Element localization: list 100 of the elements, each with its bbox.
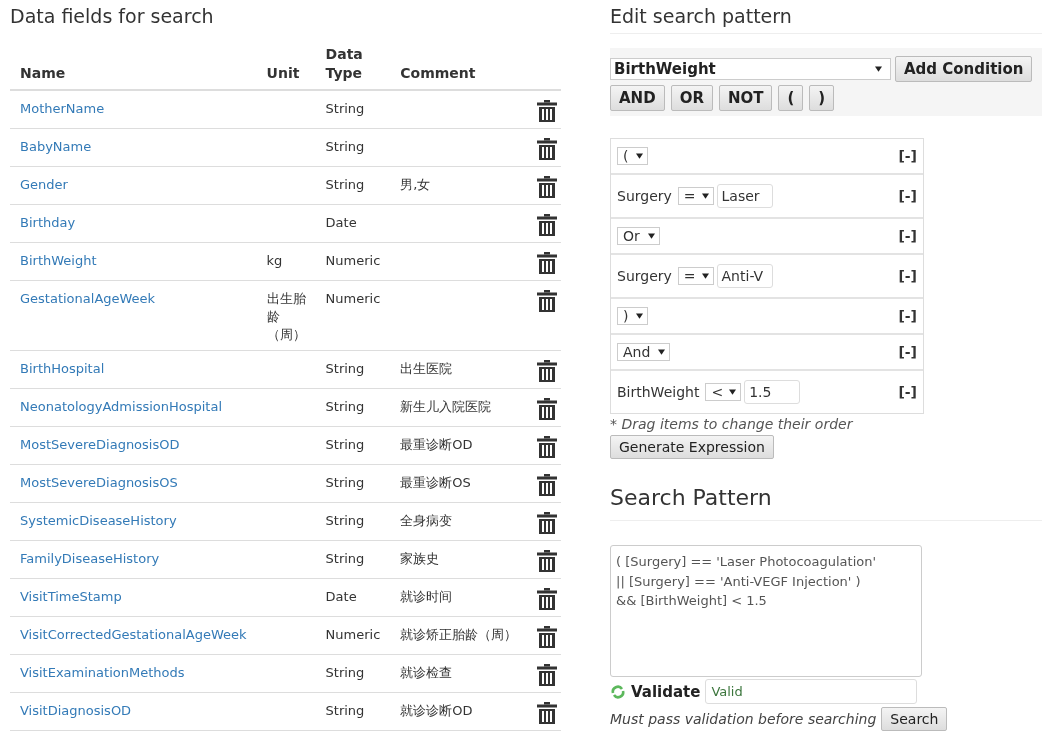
table-cell: 就诊矫正胎龄（周） [400,627,518,643]
operator-button[interactable]: OR [670,85,713,111]
trash-icon[interactable] [537,360,558,383]
table-cell: String [325,665,365,681]
trash-icon[interactable] [537,550,558,573]
field-link[interactable]: Birthday [20,214,76,230]
field-link[interactable]: BabyName [20,138,92,154]
expression-field[interactable]: ( [Surgery] == 'Laser Photocoagulation' || [Surgery] == 'Anti-VEGF Injection' ) && [BirthWeight] < 1.5 [610,545,922,677]
trash-icon[interactable] [537,436,558,459]
trash-icon[interactable] [537,289,558,312]
trash-icon[interactable] [537,175,558,198]
column-header: Unit [256,39,316,90]
table-cell: String [325,399,365,415]
column-header: Data Type [315,39,391,90]
field-link[interactable]: MostSevereDiagnosisOD [20,437,180,453]
remove-link[interactable]: [-] [898,148,917,164]
trash-icon[interactable] [537,398,558,421]
trash-icon[interactable] [537,251,558,274]
search-button[interactable]: Search [881,707,948,731]
field-link[interactable]: VisitTimeStamp [20,589,122,605]
table-cell: 就诊检查 [400,665,453,681]
trash-icon[interactable] [537,474,558,497]
trash-icon[interactable] [537,512,558,535]
table-cell: String [325,176,365,192]
table-cell: 最重诊断OD [400,437,473,453]
logic-select[interactable]: Or [617,227,660,245]
field-link[interactable]: VisitDiagnosisOD [20,703,132,719]
table-cell: String [325,703,365,719]
condition-item[interactable]: And [-] [611,335,923,371]
table-cell: 新生儿入院医院 [400,399,492,415]
table-cell: kg [266,252,283,268]
condition-item[interactable]: ( [-] [611,139,923,175]
trash-icon[interactable] [537,702,558,725]
trash-icon[interactable] [537,137,558,160]
logic-select[interactable]: ) [617,307,649,325]
operator-select[interactable]: = [677,267,714,285]
operator-select[interactable]: = [677,187,714,205]
field-link[interactable]: BirthWeight [20,252,97,268]
operator-select[interactable]: < [705,383,742,401]
caret-icon [701,193,709,199]
trash-icon[interactable] [537,664,558,687]
condition-field: Surgery [617,268,672,284]
value-field[interactable]: Anti-V [716,264,773,288]
table-cell: String [325,100,365,116]
field-link[interactable]: MotherName [20,100,105,116]
hint-text: * Drag items to change their order [610,416,854,432]
condition-field: BirthWeight [617,384,700,400]
operator-button[interactable]: ( [778,85,804,111]
table-cell: Date [325,214,357,230]
trash-icon[interactable] [537,99,558,122]
value-field[interactable]: 1.5 [744,380,801,404]
field-link[interactable]: NeonatologyAdmissionHospital [20,399,223,415]
panel-title: Data fields for search [10,5,215,29]
field-link[interactable]: Gender [20,176,68,192]
condition-item[interactable]: Or [-] [611,219,923,255]
caret-icon [636,153,644,159]
validate-link[interactable]: Validate [631,682,701,701]
remove-link[interactable]: [-] [898,228,917,244]
condition-item[interactable]: BirthWeight < 1.5 [-] [611,371,923,413]
operator-button[interactable]: NOT [718,85,773,111]
remove-link[interactable]: [-] [898,308,917,324]
table-cell: 家族史 [400,551,440,567]
caret-icon [701,273,709,279]
table-cell: 最重诊断OS [400,475,471,491]
field-link[interactable]: VisitExaminationMethods [20,665,185,681]
condition-item[interactable]: ) [-] [611,299,923,335]
table-cell: String [325,475,365,491]
logic-select[interactable]: And [617,343,671,361]
caret-icon [647,233,655,239]
generate-expression-button[interactable]: Generate Expression [610,435,774,459]
remove-link[interactable]: [-] [898,344,917,360]
remove-link[interactable]: [-] [898,188,917,204]
caret-icon [875,66,882,72]
add-condition-button[interactable]: Add Condition [895,56,1033,82]
field-link[interactable]: VisitCorrectedGestationalAgeWeek [20,627,247,643]
field-link[interactable]: BirthHospital [20,361,105,377]
trash-icon[interactable] [537,588,558,611]
column-header: Name [10,39,257,90]
trash-icon[interactable] [537,626,558,649]
field-select[interactable]: BirthWeight [610,58,891,80]
trash-icon[interactable] [537,213,558,236]
table-cell: String [325,138,365,154]
field-link[interactable]: FamilyDiseaseHistory [20,551,160,567]
field-link[interactable]: SystemicDiseaseHistory [20,513,177,529]
caret-icon [636,313,644,319]
table-cell: Numeric [325,290,381,306]
operator-button[interactable]: AND [610,85,665,111]
operator-button[interactable]: ) [809,85,835,111]
field-link[interactable]: MostSevereDiagnosisOS [20,475,178,491]
condition-item[interactable]: Surgery = Laser [-] [611,175,923,219]
field-link[interactable]: GestationalAgeWeek [20,290,156,306]
value-field[interactable]: Laser [716,184,773,208]
table-cell: String [325,513,365,529]
table-cell: 出生胎龄（周） [266,290,306,343]
table-cell: String [325,551,365,567]
condition-item[interactable]: Surgery = Anti-V [-] [611,255,923,299]
table-cell: Numeric [325,627,381,643]
remove-link[interactable]: [-] [898,384,917,400]
remove-link[interactable]: [-] [898,268,917,284]
logic-select[interactable]: ( [617,147,649,165]
